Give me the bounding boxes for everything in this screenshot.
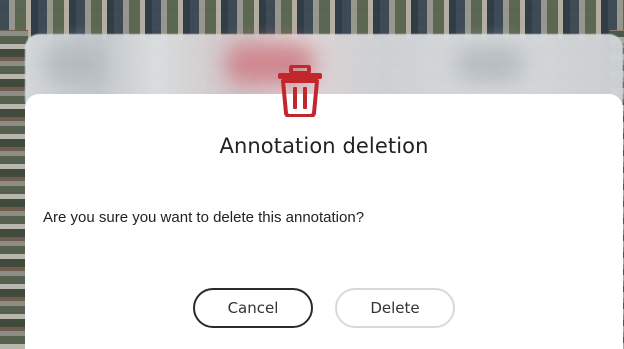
dialog-message: Are you sure you want to delete this ann… <box>43 209 365 226</box>
app-stage: Annotation deletion Are you sure you wan… <box>0 0 624 349</box>
delete-confirmation-dialog: Annotation deletion Are you sure you wan… <box>25 94 623 349</box>
delete-button[interactable]: Delete <box>335 288 455 328</box>
trash-icon <box>278 65 322 117</box>
dialog-title: Annotation deletion <box>219 134 429 158</box>
cancel-button[interactable]: Cancel <box>193 288 313 328</box>
aerial-map-left-strip <box>0 30 28 349</box>
